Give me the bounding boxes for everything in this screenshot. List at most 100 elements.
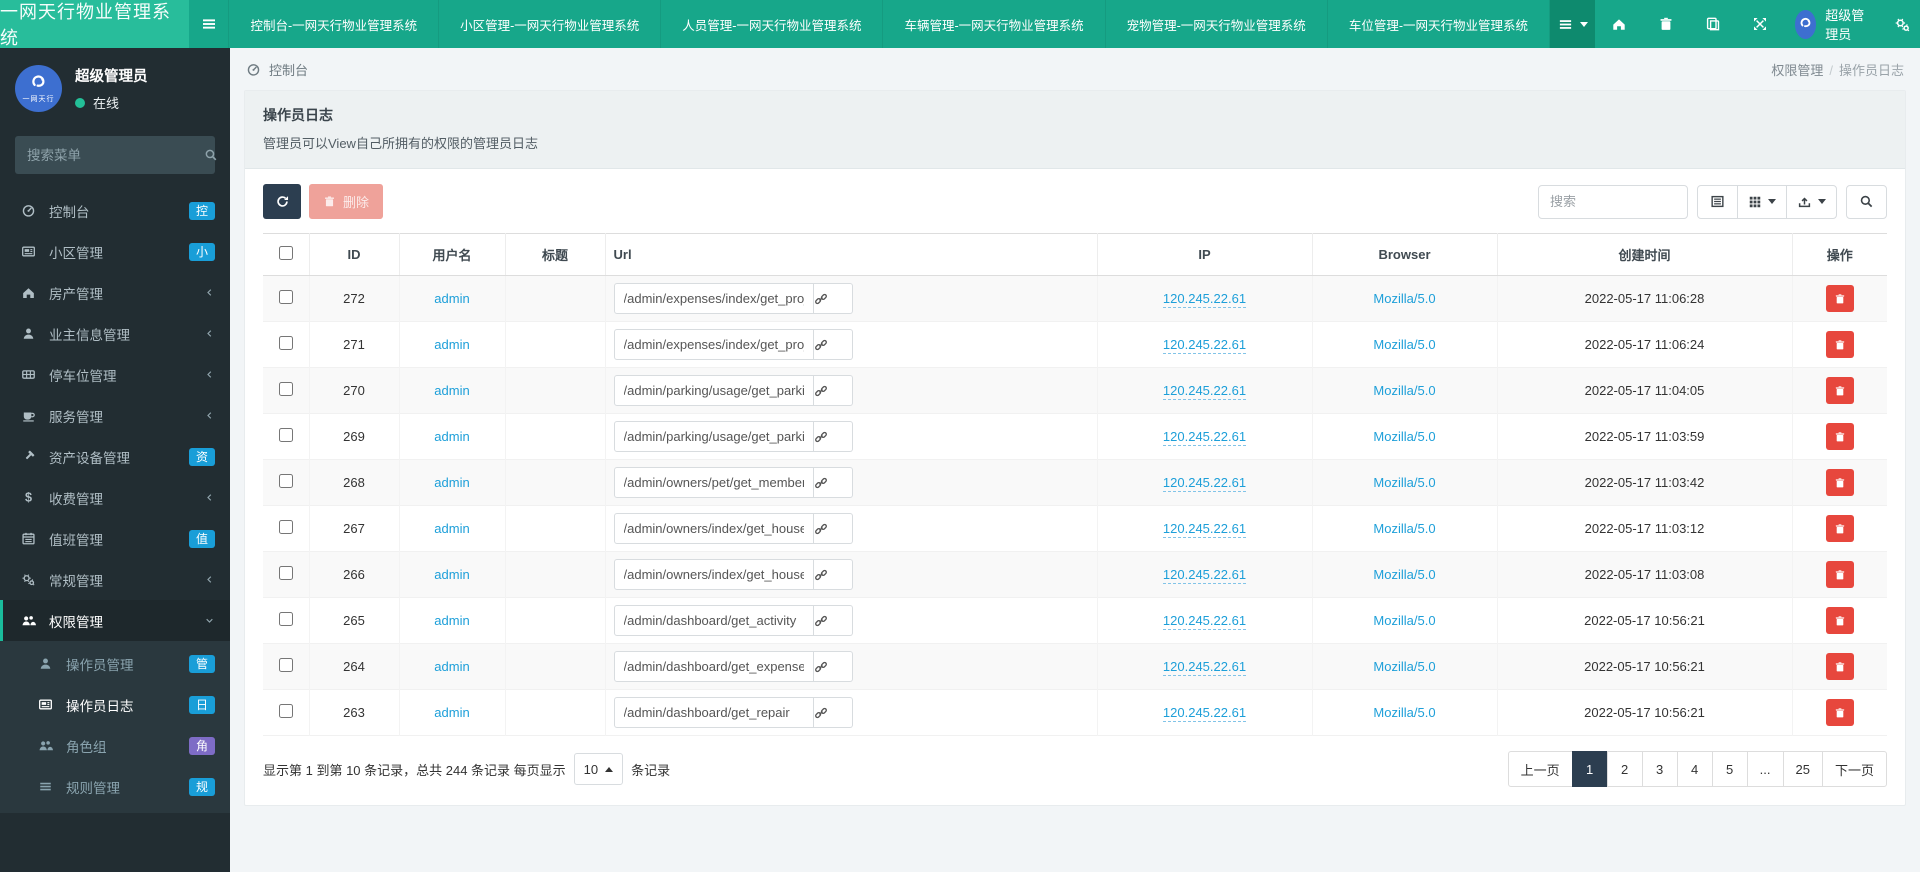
pager-button-2[interactable]: 2 <box>1606 751 1643 787</box>
open-url-button[interactable] <box>813 421 853 452</box>
table-search-input[interactable] <box>1538 184 1688 219</box>
refresh-button[interactable] <box>263 184 301 219</box>
url-input[interactable] <box>613 421 814 452</box>
columns-button[interactable] <box>1737 184 1787 219</box>
browser-link[interactable]: Mozilla/5.0 <box>1373 475 1435 490</box>
username-link[interactable]: admin <box>434 383 469 398</box>
nav-tab[interactable]: 宠物管理-一网天行物业管理系统 <box>1106 0 1328 48</box>
expand-button[interactable] <box>1736 0 1783 48</box>
browser-link[interactable]: Mozilla/5.0 <box>1373 613 1435 628</box>
username-link[interactable]: admin <box>434 337 469 352</box>
browser-link[interactable]: Mozilla/5.0 <box>1373 705 1435 720</box>
sidebar-item-角色组[interactable]: 角色组 角 <box>0 725 230 766</box>
open-url-button[interactable] <box>813 375 853 406</box>
copy-button[interactable] <box>1689 0 1736 48</box>
username-link[interactable]: admin <box>434 521 469 536</box>
url-input[interactable] <box>613 375 814 406</box>
row-checkbox[interactable] <box>278 290 293 304</box>
sidebar-item-业主信息管理[interactable]: 业主信息管理 <box>0 313 230 354</box>
page-size-select[interactable]: 10 <box>573 753 624 785</box>
pager-button-3[interactable]: 3 <box>1641 751 1678 787</box>
browser-link[interactable]: Mozilla/5.0 <box>1373 337 1435 352</box>
url-input[interactable] <box>613 605 814 636</box>
select-all-checkbox[interactable] <box>278 246 293 260</box>
breadcrumb[interactable]: 控制台 <box>246 60 308 79</box>
sidebar-item-值班管理[interactable]: 值班管理 值 <box>0 518 230 559</box>
row-delete-button[interactable] <box>1825 331 1854 358</box>
ip-link[interactable]: 120.245.22.61 <box>1162 429 1247 446</box>
ip-link[interactable]: 120.245.22.61 <box>1162 521 1247 538</box>
nav-tab[interactable]: 车位管理-一网天行物业管理系统 <box>1328 0 1550 48</box>
ip-link[interactable]: 120.245.22.61 <box>1162 475 1247 492</box>
sidebar-item-资产设备管理[interactable]: 资产设备管理 资 <box>0 436 230 477</box>
row-checkbox[interactable] <box>278 612 293 626</box>
username-link[interactable]: admin <box>434 705 469 720</box>
ip-link[interactable]: 120.245.22.61 <box>1162 613 1247 630</box>
row-delete-button[interactable] <box>1825 285 1854 312</box>
delete-button[interactable]: 删除 <box>309 184 384 219</box>
row-checkbox[interactable] <box>278 520 293 534</box>
row-checkbox[interactable] <box>278 336 293 350</box>
ip-link[interactable]: 120.245.22.61 <box>1162 705 1247 722</box>
open-url-button[interactable] <box>813 697 853 728</box>
username-link[interactable]: admin <box>434 291 469 306</box>
sidebar-item-控制台[interactable]: 控制台 控 <box>0 190 230 231</box>
tab-list-dropdown-button[interactable] <box>1549 0 1596 48</box>
settings-button[interactable] <box>1885 0 1920 48</box>
row-checkbox[interactable] <box>278 474 293 488</box>
home-button[interactable] <box>1595 0 1642 48</box>
sidebar-item-权限管理[interactable]: 权限管理 <box>0 600 230 641</box>
ip-link[interactable]: 120.245.22.61 <box>1162 291 1247 308</box>
browser-link[interactable]: Mozilla/5.0 <box>1373 383 1435 398</box>
sidebar-item-小区管理[interactable]: 小区管理 小 <box>0 231 230 272</box>
row-checkbox[interactable] <box>278 704 293 718</box>
pager-button-下一页[interactable]: 下一页 <box>1821 751 1887 787</box>
row-checkbox[interactable] <box>278 566 293 580</box>
sidebar-item-房产管理[interactable]: 房产管理 <box>0 272 230 313</box>
nav-tab[interactable]: 小区管理-一网天行物业管理系统 <box>439 0 662 48</box>
url-input[interactable] <box>613 513 814 544</box>
open-url-button[interactable] <box>813 651 853 682</box>
browser-link[interactable]: Mozilla/5.0 <box>1373 291 1435 306</box>
browser-link[interactable]: Mozilla/5.0 <box>1373 659 1435 674</box>
browser-link[interactable]: Mozilla/5.0 <box>1373 429 1435 444</box>
sidebar-item-操作员日志[interactable]: 操作员日志 日 <box>0 684 230 725</box>
row-delete-button[interactable] <box>1825 699 1854 726</box>
sidebar-item-收费管理[interactable]: $ 收费管理 <box>0 477 230 518</box>
open-url-button[interactable] <box>813 559 853 590</box>
url-input[interactable] <box>613 467 814 498</box>
ip-link[interactable]: 120.245.22.61 <box>1162 567 1247 584</box>
row-checkbox[interactable] <box>278 658 293 672</box>
open-url-button[interactable] <box>813 605 853 636</box>
ip-link[interactable]: 120.245.22.61 <box>1162 659 1247 676</box>
pager-button-1[interactable]: 1 <box>1571 751 1608 787</box>
user-menu[interactable]: 超级管理员 <box>1783 0 1885 48</box>
row-delete-button[interactable] <box>1825 515 1854 542</box>
username-link[interactable]: admin <box>434 429 469 444</box>
trash-button[interactable] <box>1642 0 1689 48</box>
sidebar-item-常规管理[interactable]: 常规管理 <box>0 559 230 600</box>
sidebar-item-规则管理[interactable]: 规则管理 规 <box>0 766 230 807</box>
url-input[interactable] <box>613 697 814 728</box>
open-url-button[interactable] <box>813 329 853 360</box>
url-input[interactable] <box>613 651 814 682</box>
row-delete-button[interactable] <box>1825 377 1854 404</box>
menu-search-input[interactable] <box>27 147 204 163</box>
export-button[interactable] <box>1786 184 1837 219</box>
open-url-button[interactable] <box>813 513 853 544</box>
sidebar-item-操作员管理[interactable]: 操作员管理 管 <box>0 643 230 684</box>
ip-link[interactable]: 120.245.22.61 <box>1162 383 1247 400</box>
row-delete-button[interactable] <box>1825 607 1854 634</box>
pager-button-25[interactable]: 25 <box>1782 751 1823 787</box>
sidebar-item-停车位管理[interactable]: 停车位管理 <box>0 354 230 395</box>
url-input[interactable] <box>613 329 814 360</box>
nav-tab[interactable]: 人员管理-一网天行物业管理系统 <box>661 0 884 48</box>
url-input[interactable] <box>613 559 814 590</box>
nav-tab[interactable]: 车辆管理-一网天行物业管理系统 <box>883 0 1106 48</box>
row-delete-button[interactable] <box>1825 423 1854 450</box>
sidebar-toggle-button[interactable] <box>189 0 228 48</box>
nav-tab[interactable]: 控制台-一网天行物业管理系统 <box>228 0 440 48</box>
row-delete-button[interactable] <box>1825 469 1854 496</box>
pager-button-5[interactable]: 5 <box>1711 751 1748 787</box>
username-link[interactable]: admin <box>434 567 469 582</box>
